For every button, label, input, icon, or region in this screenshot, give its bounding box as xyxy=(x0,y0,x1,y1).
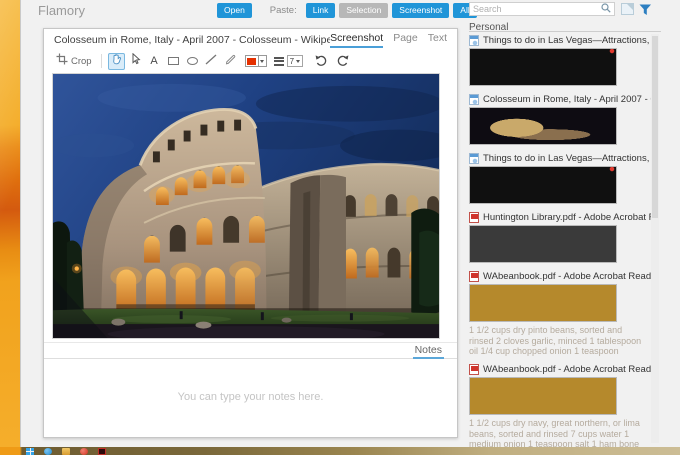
drawing-toolbar: Crop A 7 xyxy=(44,51,457,71)
hand-icon xyxy=(111,52,122,70)
list-item[interactable]: Colosseum in Rome, Italy - April 2007 - … xyxy=(469,93,651,145)
tab-notes[interactable]: Notes xyxy=(412,344,444,359)
snapshot-title: Colosseum in Rome, Italy - April 2007 - … xyxy=(54,33,331,46)
search-input[interactable] xyxy=(473,4,601,14)
crop-icon xyxy=(56,52,68,70)
tab-screenshot[interactable]: Screenshot xyxy=(330,32,384,48)
ellipse-tool-button[interactable] xyxy=(184,53,201,70)
item-excerpt: 1 1/2 cups dry navy, great northern, or … xyxy=(469,418,640,447)
browser-icon[interactable] xyxy=(44,448,52,455)
item-title: Huntington Library.pdf - Adobe Acrobat R… xyxy=(483,211,651,223)
ellipse-icon xyxy=(186,57,198,65)
undo-button[interactable] xyxy=(313,53,330,70)
thickness-icon xyxy=(273,56,284,66)
color-dropdown[interactable] xyxy=(258,55,267,67)
folder-icon[interactable] xyxy=(62,448,70,455)
scrollbar-thumb[interactable] xyxy=(652,36,658,218)
app-title: Flamory xyxy=(38,3,85,18)
rectangle-icon xyxy=(167,57,179,65)
color-swatch xyxy=(247,57,257,65)
tab-text[interactable]: Text xyxy=(428,32,447,48)
paste-label: Paste: xyxy=(269,4,297,16)
sidebar-section-personal[interactable]: Personal xyxy=(469,17,661,33)
search-box xyxy=(469,2,615,16)
screenshot-image-colosseum[interactable] xyxy=(52,73,440,339)
colosseum-photo xyxy=(53,74,439,338)
taskbar[interactable] xyxy=(0,447,680,455)
search-icon xyxy=(601,0,611,18)
paste-selection-button[interactable]: Selection xyxy=(339,2,389,18)
crop-button[interactable]: Crop xyxy=(53,53,95,70)
thickness-picker[interactable]: 7 xyxy=(273,55,304,67)
toolbar-separator xyxy=(100,54,102,68)
item-thumbnail[interactable] xyxy=(469,225,617,263)
acrobat-icon[interactable] xyxy=(98,448,106,455)
history-list: Things to do in Las Vegas—Attractions, r… xyxy=(469,34,651,447)
windows-start-icon[interactable] xyxy=(26,448,34,455)
hand-tool-button[interactable] xyxy=(107,52,125,70)
item-thumbnail[interactable] xyxy=(469,377,617,415)
list-item[interactable]: WAbeanbook.pdf - Adobe Acrobat Reader DC… xyxy=(469,363,651,447)
header-controls: Open Paste: Link Selection Screenshot Al… xyxy=(217,2,477,18)
color-swatch-box xyxy=(244,55,259,67)
pdf-icon xyxy=(469,270,479,282)
item-title: WAbeanbook.pdf - Adobe Acrobat Reader DC xyxy=(483,363,651,375)
pointer-tool-button[interactable] xyxy=(127,52,144,70)
chevron-down-icon xyxy=(296,59,301,63)
paste-link-button[interactable]: Link xyxy=(305,2,336,18)
pointer-icon xyxy=(130,52,141,70)
pencil-icon xyxy=(225,52,236,70)
item-thumbnail[interactable] xyxy=(469,107,617,145)
text-tool-icon: A xyxy=(150,55,158,67)
notes-tab-bar: Notes xyxy=(44,342,457,359)
item-thumbnail[interactable] xyxy=(469,284,617,322)
new-note-icon[interactable] xyxy=(621,3,634,15)
webpage-icon xyxy=(469,93,479,105)
thickness-value: 7 xyxy=(289,56,295,66)
item-thumbnail[interactable] xyxy=(469,48,617,86)
tab-page[interactable]: Page xyxy=(393,32,418,48)
item-title: Things to do in Las Vegas—Attractions, r… xyxy=(483,34,651,46)
history-controls xyxy=(313,53,351,70)
webpage-icon xyxy=(469,152,479,164)
snapshot-tabs: Screenshot Page Text xyxy=(330,32,447,48)
screen: Flamory Open Paste: Link Selection Scree… xyxy=(0,0,680,455)
webpage-icon xyxy=(469,34,479,46)
chevron-down-icon xyxy=(260,59,265,63)
desktop-wallpaper xyxy=(0,0,20,447)
pencil-tool-button[interactable] xyxy=(222,53,239,70)
rectangle-tool-button[interactable] xyxy=(165,53,182,70)
flamory-window: Flamory Open Paste: Link Selection Scree… xyxy=(20,0,680,447)
item-excerpt: 1 1/2 cups dry pinto beans, sorted and r… xyxy=(469,325,642,356)
list-item[interactable]: Things to do in Las Vegas—Attractions, r… xyxy=(469,34,651,86)
list-item[interactable]: Huntington Library.pdf - Adobe Acrobat R… xyxy=(469,211,651,263)
thickness-dropdown[interactable]: 7 xyxy=(286,55,304,67)
crop-label: Crop xyxy=(71,55,92,67)
line-tool-button[interactable] xyxy=(203,53,220,70)
pdf-icon xyxy=(469,211,479,223)
color-picker[interactable] xyxy=(244,55,267,67)
pdf-icon xyxy=(469,363,479,375)
sidebar: Personal Things to do in Las Vegas—Attra… xyxy=(463,0,680,447)
item-thumbnail[interactable] xyxy=(469,166,617,204)
notes-placeholder: You can type your notes here. xyxy=(177,391,324,403)
list-item[interactable]: Things to do in Las Vegas—Attractions, r… xyxy=(469,152,651,204)
snapshot-title-row: Colosseum in Rome, Italy - April 2007 - … xyxy=(44,29,457,50)
open-button[interactable]: Open xyxy=(217,2,252,18)
item-title: WAbeanbook.pdf - Adobe Acrobat Reader DC xyxy=(483,270,651,282)
section-label: Personal xyxy=(469,22,509,33)
item-title: Colosseum in Rome, Italy - April 2007 - … xyxy=(483,93,651,105)
sidebar-scrollbar[interactable] xyxy=(651,34,659,443)
redo-button[interactable] xyxy=(334,53,351,70)
snapshot-panel: Colosseum in Rome, Italy - April 2007 - … xyxy=(43,28,458,438)
text-tool-button[interactable]: A xyxy=(146,53,163,70)
notes-input[interactable]: You can type your notes here. xyxy=(44,360,457,438)
paste-screenshot-button[interactable]: Screenshot xyxy=(392,2,450,18)
item-title: Things to do in Las Vegas—Attractions, r… xyxy=(483,152,651,164)
list-item[interactable]: WAbeanbook.pdf - Adobe Acrobat Reader DC… xyxy=(469,270,651,356)
line-icon xyxy=(205,52,217,70)
filter-icon[interactable] xyxy=(639,3,652,15)
app-red-icon[interactable] xyxy=(80,448,88,455)
